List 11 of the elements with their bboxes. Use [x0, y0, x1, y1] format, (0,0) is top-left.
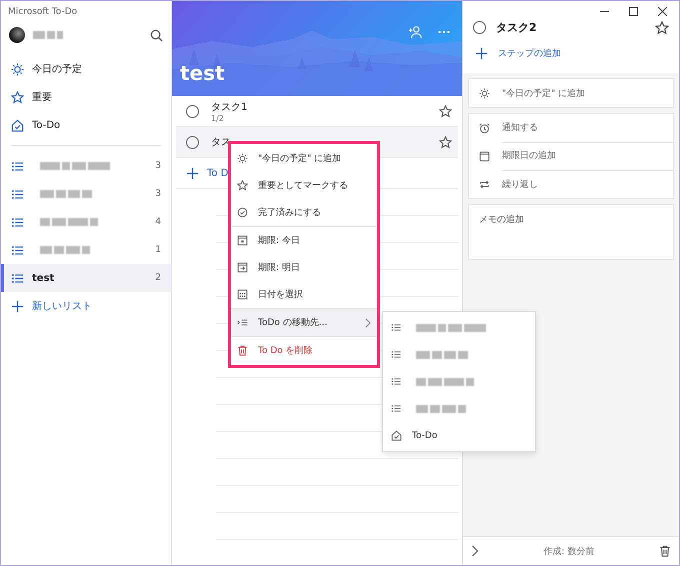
item-count: 2: [155, 273, 161, 283]
item-count: 4: [155, 217, 161, 227]
task-title: タスク2: [496, 20, 538, 35]
item-count: 3: [155, 189, 161, 199]
list-title: test: [180, 61, 225, 85]
task-title: タスク1: [211, 100, 248, 114]
created-time: 作成: 数分前: [542, 546, 596, 558]
step-count: 1/2: [211, 114, 225, 122]
item-count: 1: [155, 245, 161, 255]
item-count: 3: [155, 161, 161, 171]
app-title: Microsoft To-Do: [7, 6, 78, 19]
